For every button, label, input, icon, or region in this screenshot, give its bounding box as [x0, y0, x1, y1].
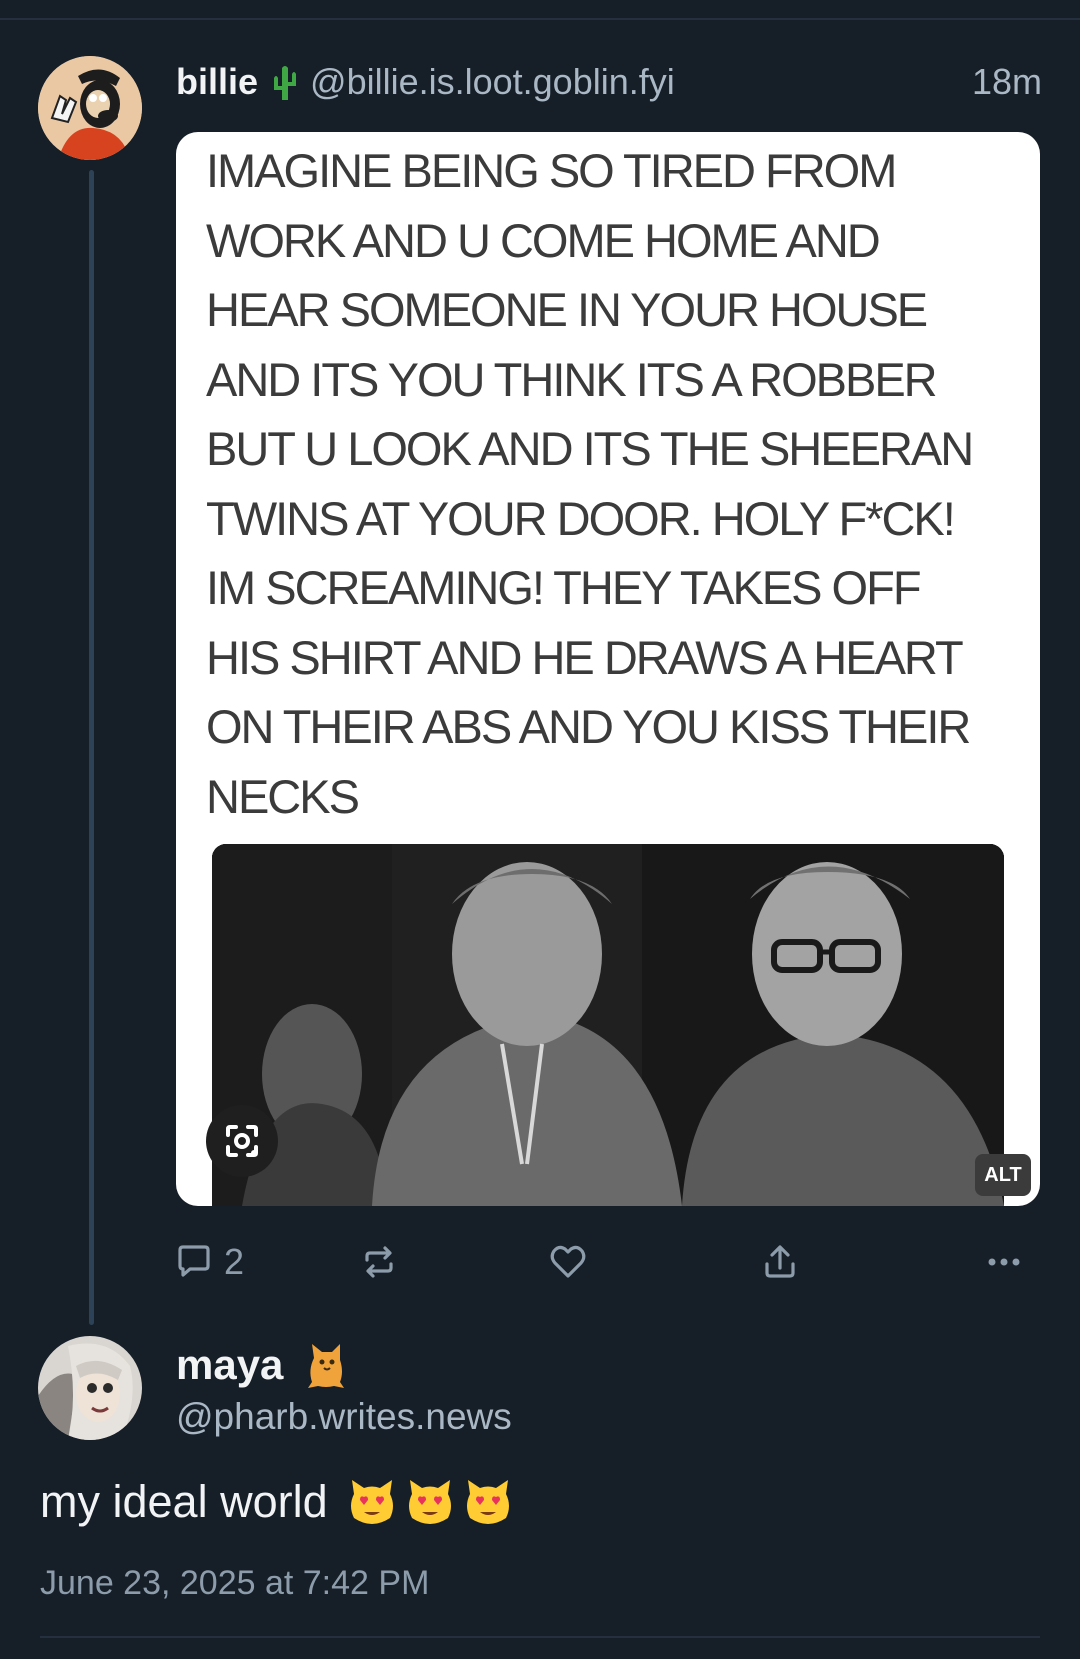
thread-line [89, 170, 94, 1325]
share-button[interactable] [760, 1236, 800, 1288]
repost-button[interactable] [359, 1236, 399, 1288]
reply-button[interactable]: 2 [174, 1236, 244, 1288]
heart-eyes-cat-icon [462, 1476, 514, 1528]
visual-search-button[interactable] [206, 1105, 278, 1177]
share-icon [765, 1245, 795, 1278]
reply-author-name[interactable]: maya [176, 1340, 283, 1390]
image-caption-text: IMAGINE BEING SO TIRED FROM WORK AND U C… [206, 144, 974, 823]
speech-bubble-icon [178, 1245, 210, 1277]
post-action-bar: 2 [176, 1236, 1040, 1288]
cat-icon [304, 1338, 350, 1390]
top-divider [0, 18, 1080, 20]
heart-eyes-cat-icon [404, 1476, 456, 1528]
like-button[interactable] [547, 1236, 589, 1288]
maya-avatar[interactable] [38, 1336, 142, 1440]
photo-of-two-men [212, 844, 1004, 1206]
heart-eyes-cat-icon [346, 1476, 398, 1528]
reply-count: 2 [224, 1241, 245, 1282]
post-image[interactable]: IMAGINE BEING SO TIRED FROM WORK AND U C… [176, 132, 1040, 1206]
heart-icon [550, 1245, 586, 1278]
repost-icon [365, 1246, 393, 1278]
post-header: billie @billie.is.loot.goblin.fyi 18m [176, 58, 1042, 106]
post-time: 18m [971, 61, 1042, 102]
alt-text-badge[interactable]: ALT [975, 1154, 1031, 1196]
reply-author-handle[interactable]: @pharb.writes.news [176, 1392, 512, 1442]
reply-text: my ideal world [40, 1476, 328, 1527]
more-options-button[interactable] [984, 1236, 1024, 1288]
camera-lens-icon [226, 1125, 258, 1157]
author-handle[interactable]: @billie.is.loot.goblin.fyi [310, 61, 675, 102]
bottom-divider [40, 1636, 1040, 1638]
cactus-icon [268, 64, 302, 102]
more-dots-icon [988, 1258, 1020, 1266]
billie-avatar[interactable] [38, 56, 142, 160]
reply-body: my ideal world [40, 1472, 514, 1532]
author-name[interactable]: billie [176, 61, 258, 102]
reply-timestamp: June 23, 2025 at 7:42 PM [40, 1564, 430, 1602]
